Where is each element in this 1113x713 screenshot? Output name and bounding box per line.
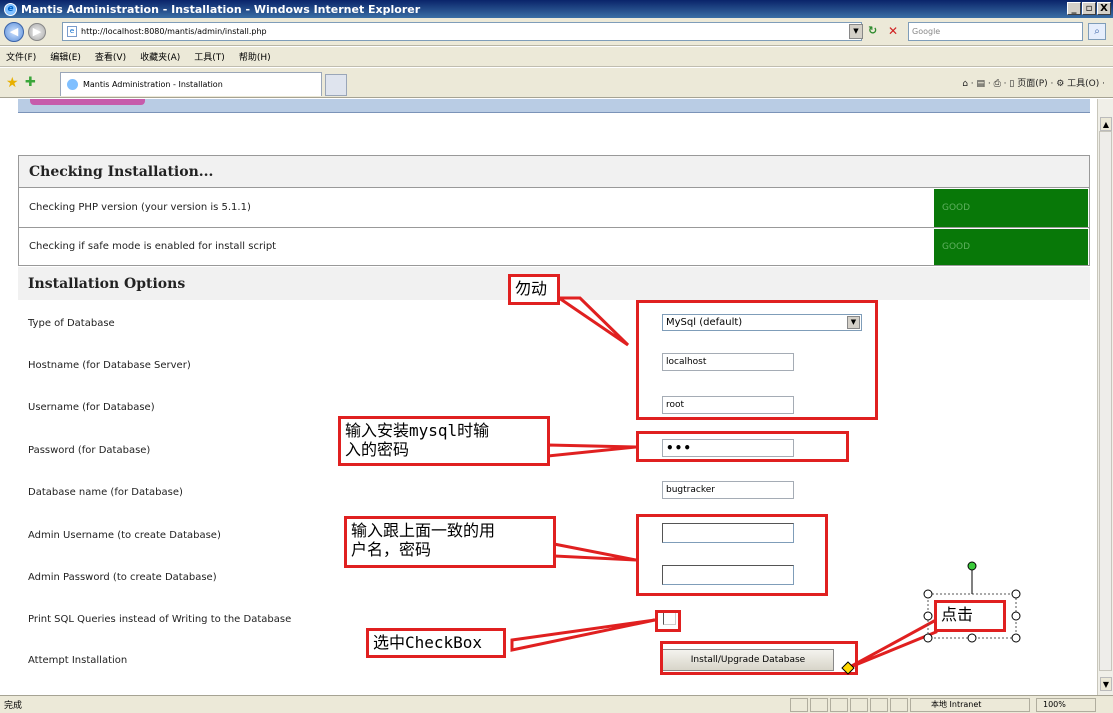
annotation-box bbox=[655, 610, 681, 632]
menu-bar: 文件(F) 编辑(E) 查看(V) 收藏夹(A) 工具(T) 帮助(H) bbox=[0, 47, 1113, 67]
page-icon: e bbox=[67, 26, 77, 37]
zoom-level[interactable]: 100% bbox=[1036, 698, 1096, 712]
option-label: Username (for Database) bbox=[28, 401, 155, 413]
command-bar[interactable]: ⌂ · ▤ · ⎙ · ▯ 页面(P) · ⚙ 工具(O) · bbox=[962, 76, 1105, 89]
scroll-thumb[interactable] bbox=[1099, 131, 1112, 671]
security-zone[interactable]: 本地 Intranet bbox=[910, 698, 1030, 712]
option-label: Password (for Database) bbox=[28, 444, 151, 456]
address-url: http://localhost:8080/mantis/admin/insta… bbox=[81, 27, 267, 36]
annotation-same-as-above: 输入跟上面一致的用 户名，密码 bbox=[344, 516, 556, 568]
option-label: Attempt Installation bbox=[28, 654, 128, 666]
status-segment bbox=[790, 698, 808, 712]
menu-favorites[interactable]: 收藏夹(A) bbox=[140, 50, 180, 63]
ie-icon: e bbox=[4, 2, 17, 16]
address-toolbar: ◀ ▶ e http://localhost:8080/mantis/admin… bbox=[0, 18, 1113, 46]
vertical-scrollbar[interactable]: ▲ ▼ bbox=[1097, 99, 1113, 695]
checking-heading: Checking Installation... bbox=[18, 155, 1090, 188]
scroll-down-icon[interactable]: ▼ bbox=[1100, 677, 1112, 691]
annotation-box bbox=[660, 641, 858, 675]
maximize-button[interactable]: ▫ bbox=[1082, 2, 1096, 15]
menu-help[interactable]: 帮助(H) bbox=[239, 50, 271, 63]
address-bar[interactable]: e http://localhost:8080/mantis/admin/ins… bbox=[62, 22, 863, 41]
window-title: Mantis Administration - Installation - W… bbox=[21, 2, 421, 16]
status-segment bbox=[810, 698, 828, 712]
menu-edit[interactable]: 编辑(E) bbox=[50, 50, 81, 63]
status-segment bbox=[870, 698, 888, 712]
status-segment bbox=[850, 698, 868, 712]
status-bar: 完成 本地 Intranet 100% bbox=[0, 695, 1113, 713]
address-dropdown-icon[interactable]: ▼ bbox=[849, 24, 863, 39]
status-badge: GOOD bbox=[934, 229, 1088, 265]
tab-ie-icon bbox=[67, 79, 78, 90]
menu-file[interactable]: 文件(F) bbox=[6, 50, 36, 63]
page-content: Checking Installation... Checking PHP ve… bbox=[0, 99, 1097, 695]
menu-tools[interactable]: 工具(T) bbox=[194, 50, 225, 63]
check-php-label: Checking PHP version (your version is 5.… bbox=[29, 202, 251, 213]
status-text: 完成 bbox=[4, 701, 23, 711]
option-label: Hostname (for Database Server) bbox=[28, 359, 191, 371]
annotation-box bbox=[636, 431, 849, 462]
favorites-star-icon[interactable]: ★ bbox=[6, 75, 19, 91]
stop-icon[interactable]: ✕ bbox=[888, 24, 904, 40]
status-segment bbox=[890, 698, 908, 712]
annotation-enter-password: 输入安装mysql时输 入的密码 bbox=[338, 416, 550, 466]
option-label: Print SQL Queries instead of Writing to … bbox=[28, 613, 292, 625]
minimize-button[interactable]: _ bbox=[1067, 2, 1081, 15]
top-stripe bbox=[18, 99, 1090, 113]
annotation-box bbox=[636, 300, 878, 420]
forward-button[interactable]: ▶ bbox=[28, 22, 46, 41]
status-badge: GOOD bbox=[934, 189, 1088, 227]
check-safemode-row: Checking if safe mode is enabled for ins… bbox=[18, 228, 1090, 266]
annotation-check-checkbox: 选中CheckBox bbox=[366, 628, 506, 658]
annotation-box bbox=[636, 514, 828, 596]
add-favorite-icon[interactable]: ✚ bbox=[25, 75, 36, 90]
search-icon[interactable]: ⌕ bbox=[1088, 23, 1106, 40]
option-label: Type of Database bbox=[28, 317, 115, 329]
scroll-up-icon[interactable]: ▲ bbox=[1100, 117, 1112, 131]
annotation-do-not-change: 勿动 bbox=[508, 274, 560, 305]
status-segment bbox=[830, 698, 848, 712]
menu-view[interactable]: 查看(V) bbox=[95, 50, 126, 63]
window-title-bar: e Mantis Administration - Installation -… bbox=[0, 0, 1113, 18]
browser-tab[interactable]: Mantis Administration - Installation bbox=[60, 72, 322, 96]
tab-label: Mantis Administration - Installation bbox=[83, 80, 223, 89]
annotation-click: 点击 bbox=[934, 600, 1006, 632]
back-button[interactable]: ◀ bbox=[4, 21, 24, 42]
close-button[interactable]: X bbox=[1097, 2, 1111, 15]
check-safemode-label: Checking if safe mode is enabled for ins… bbox=[29, 241, 277, 252]
option-label: Database name (for Database) bbox=[28, 486, 183, 498]
tab-bar: ★ ✚ Mantis Administration - Installation… bbox=[0, 68, 1113, 98]
check-php-row: Checking PHP version (your version is 5.… bbox=[18, 188, 1090, 228]
stripe-tab bbox=[30, 99, 145, 105]
search-input[interactable]: Google bbox=[908, 22, 1083, 41]
refresh-icon[interactable]: ↻ bbox=[868, 24, 884, 40]
new-tab-button[interactable] bbox=[325, 74, 347, 96]
window-controls: _ ▫ X bbox=[1067, 2, 1111, 15]
dbname-field[interactable]: bugtracker bbox=[662, 481, 794, 499]
